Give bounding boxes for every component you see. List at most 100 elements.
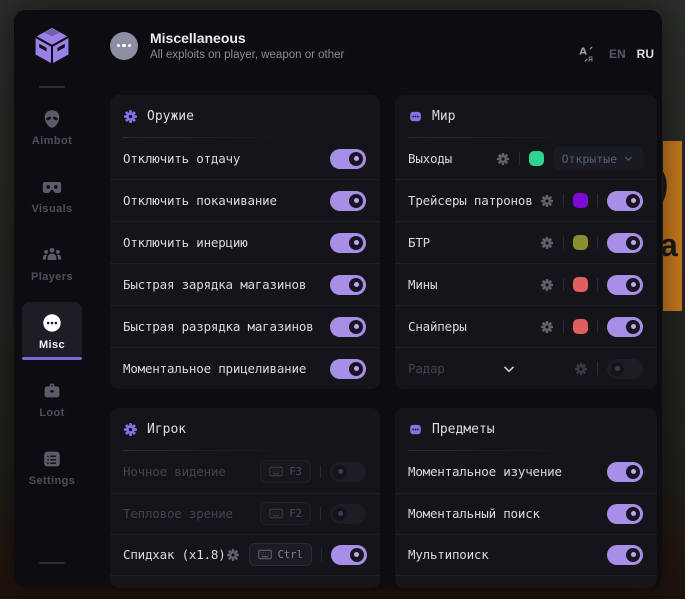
toggle-switch[interactable] <box>330 317 366 337</box>
sidebar-item-players[interactable]: Players <box>14 236 90 304</box>
section-rows: Моментальное изучениеМоментальный поискМ… <box>395 451 657 576</box>
separator <box>597 278 598 291</box>
language-switcher: A я ENRU <box>578 44 654 64</box>
page-header: Miscellaneous All exploits on player, we… <box>110 30 344 61</box>
message-dots-icon <box>408 109 423 124</box>
separator <box>563 194 564 207</box>
toggle-switch[interactable] <box>607 359 643 379</box>
gear-icon[interactable] <box>574 362 588 376</box>
sidebar-item-label: Loot <box>39 407 64 419</box>
toggle-switch[interactable] <box>330 191 366 211</box>
gear-icon[interactable] <box>540 194 554 208</box>
color-swatch[interactable] <box>573 277 588 292</box>
section-header: Оружие <box>110 95 380 138</box>
toggle-knob <box>610 362 624 376</box>
feature-label: Моментальный поиск <box>408 506 540 521</box>
toggle-switch[interactable] <box>330 462 366 482</box>
toggle-switch[interactable] <box>331 545 367 565</box>
toggle-knob <box>349 194 363 208</box>
section-title: Мир <box>432 109 455 124</box>
feature-label: Тепловое зрение <box>123 506 233 521</box>
page-subtitle: All exploits on player, weapon or other <box>150 49 344 61</box>
key-bind-badge[interactable]: Ctrl <box>249 543 312 566</box>
sidebar-item-loot[interactable]: Loot <box>14 372 90 440</box>
gear-icon[interactable] <box>540 236 554 250</box>
toggle-knob <box>349 152 363 166</box>
toggle-switch[interactable] <box>607 233 643 253</box>
toggle-switch[interactable] <box>330 233 366 253</box>
sidebar-item-label: Aimbot <box>32 135 72 147</box>
toggle-switch[interactable] <box>330 149 366 169</box>
keyboard-icon <box>269 466 283 477</box>
feature-label: Трейсеры патронов <box>408 193 533 208</box>
feature-row: Спидхак (x1.8)Ctrl <box>110 534 380 576</box>
color-swatch[interactable] <box>573 319 588 334</box>
row-controls <box>607 504 643 524</box>
separator <box>597 236 598 249</box>
section-card: Оружие Отключить отдачуОтключить покачива… <box>110 95 380 389</box>
gear-icon[interactable] <box>540 320 554 334</box>
dropdown-select[interactable]: Открытые <box>553 147 643 170</box>
toggle-switch[interactable] <box>607 545 643 565</box>
toggle-switch[interactable] <box>330 275 366 295</box>
key-label: F2 <box>289 508 302 520</box>
gear-icon[interactable] <box>226 548 240 562</box>
toggle-switch[interactable] <box>607 462 643 482</box>
row-controls <box>607 462 643 482</box>
feature-row: Быстрая разрядка магазинов <box>110 305 380 347</box>
color-swatch[interactable] <box>529 151 544 166</box>
feature-label: Быстрая разрядка магазинов <box>123 319 313 334</box>
row-controls <box>540 191 643 211</box>
feature-label: Ночное видение <box>123 464 226 479</box>
sidebar-item-misc[interactable]: Misc <box>14 304 90 372</box>
row-controls <box>330 191 366 211</box>
toggle-switch[interactable] <box>607 275 643 295</box>
feature-row: Моментальный поиск <box>395 493 657 535</box>
key-label: Ctrl <box>278 549 303 561</box>
feature-row: Ночное видение F3 <box>110 451 380 493</box>
section-title: Оружие <box>147 109 194 124</box>
toggle-knob <box>626 236 640 250</box>
section-header: Мир <box>395 95 657 138</box>
toggle-knob <box>626 548 640 562</box>
row-controls <box>330 359 366 379</box>
key-bind-badge[interactable]: F3 <box>260 460 311 483</box>
color-swatch[interactable] <box>573 193 588 208</box>
sidebar-item-settings[interactable]: Settings <box>14 440 90 508</box>
feature-label: Отключить инерцию <box>123 235 248 250</box>
section-title: Игрок <box>147 422 186 437</box>
gear-icon[interactable] <box>496 152 510 166</box>
sidebar-item-visuals[interactable]: Visuals <box>14 168 90 236</box>
sidebar: Aimbot VisualsPlayersMisc Loot Settings <box>14 10 90 588</box>
language-option-ru[interactable]: RU <box>637 47 654 61</box>
toggle-switch[interactable] <box>607 317 643 337</box>
toggle-switch[interactable] <box>607 504 643 524</box>
toggle-switch[interactable] <box>330 504 366 524</box>
feature-row: Отключить отдачу <box>110 138 380 179</box>
chevron-down-icon[interactable] <box>501 361 517 377</box>
color-swatch[interactable] <box>573 235 588 250</box>
toggle-switch[interactable] <box>607 191 643 211</box>
toggle-knob <box>626 507 640 521</box>
sidebar-item-aimbot[interactable]: Aimbot <box>14 100 90 168</box>
gear-icon <box>123 109 138 124</box>
sidebar-item-label: Settings <box>29 475 76 487</box>
column-right: МирВыходыОткрытыеТрейсеры патроновБТРМин… <box>395 95 657 588</box>
section-header: Предметы <box>395 408 657 451</box>
sg-cube-logo <box>30 23 74 69</box>
toggle-knob <box>333 507 347 521</box>
feature-label: Моментальное изучение <box>408 464 562 479</box>
language-option-en[interactable]: EN <box>609 47 626 61</box>
toggle-switch[interactable] <box>330 359 366 379</box>
gear-icon[interactable] <box>540 278 554 292</box>
feature-row: ВыходыОткрытые <box>395 138 657 179</box>
dropdown-value: Открытые <box>562 152 617 166</box>
section-rows: Отключить отдачуОтключить покачиваниеОтк… <box>110 138 380 389</box>
separator <box>321 548 322 561</box>
feature-row: Моментальное прицеливание <box>110 347 380 389</box>
toggle-knob <box>626 465 640 479</box>
feature-row: Тепловое зрение F2 <box>110 493 380 535</box>
section-title: Предметы <box>432 422 495 437</box>
keyboard-icon <box>269 508 283 519</box>
key-bind-badge[interactable]: F2 <box>260 502 311 525</box>
